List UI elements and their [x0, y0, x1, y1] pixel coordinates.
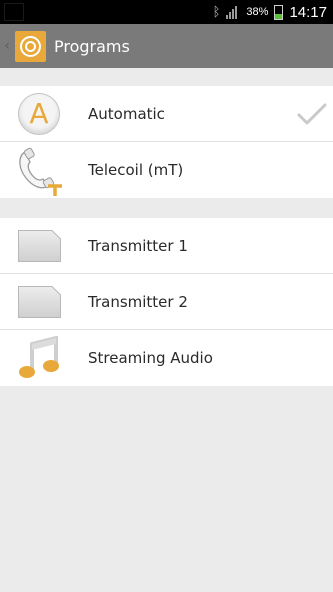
app-icon[interactable]	[15, 30, 46, 62]
signal-icon	[226, 5, 240, 19]
notification-icon	[4, 3, 24, 21]
automatic-icon: A	[18, 92, 60, 135]
battery-percent: 38%	[246, 6, 269, 18]
list-item-streaming-audio[interactable]: Streaming Audio	[0, 330, 333, 386]
transmitter-icon	[18, 229, 61, 262]
status-time: 14:17	[289, 3, 327, 21]
battery-level-fill	[275, 13, 283, 19]
status-bar: ᛒ 38% 14:17	[0, 0, 333, 24]
list-item-label: Transmitter 1	[88, 236, 188, 255]
program-group-1: A Automatic Telecoil (mT)	[0, 86, 333, 198]
transmitter-icon	[18, 285, 61, 318]
back-chevron-icon[interactable]: ‹	[1, 38, 13, 54]
bluetooth-icon: ᛒ	[212, 4, 221, 20]
list-item-label: Transmitter 2	[88, 292, 188, 311]
list-item-label: Streaming Audio	[88, 349, 213, 367]
battery-icon	[274, 4, 284, 20]
music-note-icon	[19, 336, 59, 378]
list-item-automatic[interactable]: A Automatic	[0, 86, 333, 142]
list-item-telecoil[interactable]: Telecoil (mT)	[0, 142, 333, 198]
list-item-label: Telecoil (mT)	[88, 161, 184, 179]
page-title: Programs	[54, 36, 130, 56]
list-item-label: Automatic	[88, 104, 165, 123]
list-item-transmitter-2[interactable]: Transmitter 2	[0, 274, 333, 330]
program-group-2: Transmitter 1 Transmitter 2 Streaming Au…	[0, 218, 333, 386]
list-item-transmitter-1[interactable]: Transmitter 1	[0, 218, 333, 274]
checkmark-icon	[297, 103, 327, 125]
action-bar: ‹ Programs	[0, 24, 333, 68]
status-icons: ᛒ 38% 14:17	[213, 0, 327, 24]
telecoil-icon	[19, 147, 62, 196]
